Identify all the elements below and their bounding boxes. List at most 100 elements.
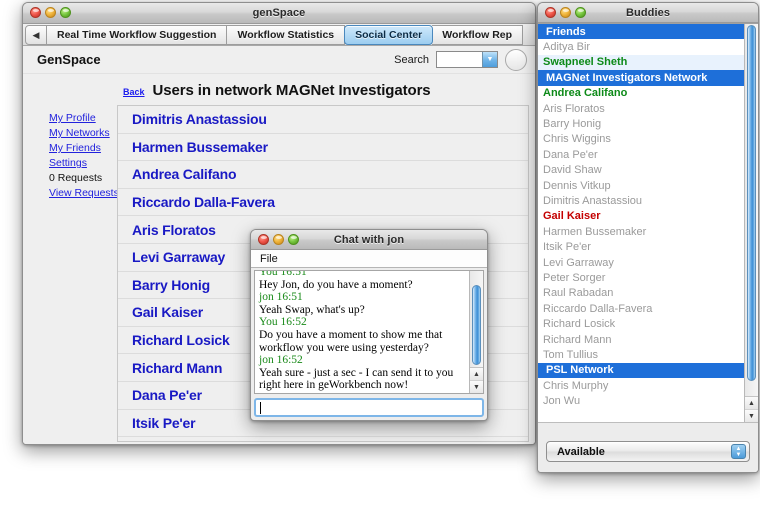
chat-window-controls[interactable] <box>258 234 299 245</box>
buddy-group-header[interactable]: MAGNet Investigators Network <box>538 70 744 85</box>
tab-scroll-left-icon[interactable]: ◀ <box>25 25 47 45</box>
chat-menu-bar[interactable]: File <box>251 250 487 268</box>
back-link[interactable]: Back <box>123 87 145 97</box>
search-combobox[interactable]: ▼ <box>436 51 498 68</box>
chat-input[interactable] <box>254 398 484 417</box>
user-list-item[interactable]: Andrea Califano <box>118 161 528 189</box>
buddy-list-item[interactable]: Gail Kaiser <box>538 209 744 224</box>
menu-item-file[interactable]: File <box>260 253 278 265</box>
buddy-list-item[interactable]: Dennis Vitkup <box>538 178 744 193</box>
user-list-item[interactable]: Harmen Bussemaker <box>118 134 528 162</box>
genspace-brand: GenSpace <box>37 52 101 67</box>
buddies-scroll-arrows[interactable]: ▲ ▼ <box>745 396 758 422</box>
page-title-row: Back Users in network MAGNet Investigato… <box>23 74 535 105</box>
buddy-group-header[interactable]: Friends <box>538 24 744 39</box>
chat-body: You 16:51 Hey Jon, do you have a moment?… <box>251 268 487 420</box>
buddy-list-item[interactable]: Dana Pe'er <box>538 147 744 162</box>
search-go-button[interactable] <box>505 49 527 71</box>
buddy-list-item[interactable]: Chris Wiggins <box>538 132 744 147</box>
buddy-list-item[interactable]: Riccardo Dalla-Favera <box>538 301 744 316</box>
sidebar-item-view-requests[interactable]: View Requests <box>49 186 115 201</box>
zoom-button-icon[interactable] <box>288 234 299 245</box>
zoom-button-icon[interactable] <box>60 7 71 18</box>
buddy-list-item[interactable]: Aris Floratos <box>538 101 744 116</box>
chat-titlebar[interactable]: Chat with jon <box>251 230 487 250</box>
scroll-up-icon[interactable]: ▲ <box>745 397 758 410</box>
buddy-list-item[interactable]: Swapneel Sheth <box>538 55 744 70</box>
tab-real-time-workflow-suggestion[interactable]: Real Time Workflow Suggestion <box>47 25 227 45</box>
scroll-up-icon[interactable]: ▲ <box>470 368 483 381</box>
sidebar-item-my-friends[interactable]: My Friends <box>49 141 115 156</box>
tab-workflow-statistics[interactable]: Workflow Statistics <box>227 25 345 45</box>
close-button-icon[interactable] <box>258 234 269 245</box>
message-body: Yeah sure - just a sec - I can send it t… <box>259 367 466 392</box>
tab-bar[interactable]: ◀ Real Time Workflow Suggestion Workflow… <box>23 24 535 46</box>
search-input[interactable] <box>437 52 482 67</box>
chat-scroll-arrows[interactable]: ▲ ▼ <box>470 367 483 393</box>
genspace-header-row: GenSpace Search ▼ <box>23 46 535 74</box>
search-area: Search ▼ <box>394 49 535 71</box>
chat-messages: You 16:51 Hey Jon, do you have a moment?… <box>255 270 469 393</box>
buddy-list-item[interactable]: Levi Garraway <box>538 255 744 270</box>
message-header: You 16:51 <box>259 270 466 279</box>
buddy-list-item[interactable]: Raul Rabadan <box>538 286 744 301</box>
updown-chevron-icon[interactable]: ▲▼ <box>731 444 746 459</box>
buddy-list-item[interactable]: Peter Sorger <box>538 270 744 285</box>
chat-scrollbar-thumb[interactable] <box>472 285 481 365</box>
window-controls[interactable] <box>30 7 71 18</box>
buddies-scrollbar-track[interactable] <box>745 24 758 396</box>
sidebar-item-my-networks[interactable]: My Networks <box>49 126 115 141</box>
minimize-button-icon[interactable] <box>273 234 284 245</box>
sidebar-item-settings[interactable]: Settings <box>49 156 115 171</box>
user-list-item[interactable]: Dimitris Anastassiou <box>118 106 528 134</box>
buddy-list-item[interactable]: David Shaw <box>538 163 744 178</box>
message-body: Do you have a moment to show me that wor… <box>259 329 466 354</box>
minimize-button-icon[interactable] <box>560 7 571 18</box>
close-button-icon[interactable] <box>30 7 41 18</box>
buddies-body: FriendsAditya BirSwapneel ShethMAGNet In… <box>538 23 758 472</box>
buddy-list[interactable]: FriendsAditya BirSwapneel ShethMAGNet In… <box>538 24 744 422</box>
buddy-group-header[interactable]: PSL Network <box>538 363 744 378</box>
tab-social-center[interactable]: Social Center <box>344 25 433 45</box>
buddy-list-item[interactable]: Jon Wu <box>538 393 744 408</box>
user-list-item[interactable]: Riccardo Dalla-Favera <box>118 189 528 217</box>
buddy-list-item[interactable]: Andrea Califano <box>538 86 744 101</box>
buddies-title: Buddies <box>626 7 670 19</box>
buddies-window[interactable]: Buddies FriendsAditya BirSwapneel ShethM… <box>537 2 759 473</box>
message-header: You 16:52 <box>259 316 466 329</box>
status-value: Available <box>557 446 605 458</box>
buddy-list-item[interactable]: Barry Honig <box>538 116 744 131</box>
buddy-list-item[interactable]: Richard Mann <box>538 332 744 347</box>
buddies-titlebar[interactable]: Buddies <box>538 3 758 23</box>
status-popup-button[interactable]: Available ▲▼ <box>546 441 750 462</box>
buddy-list-item[interactable]: Itsik Pe'er <box>538 239 744 254</box>
chat-scrollbar[interactable]: ▲ ▼ <box>469 271 483 393</box>
sidebar-requests-count: 0 Requests <box>49 171 115 186</box>
buddy-list-item[interactable]: Harmen Bussemaker <box>538 224 744 239</box>
tab-workflow-reports[interactable]: Workflow Rep <box>432 25 523 45</box>
buddies-scrollbar-thumb[interactable] <box>747 25 756 381</box>
buddies-window-controls[interactable] <box>545 7 586 18</box>
chat-scrollbar-track[interactable] <box>470 271 483 367</box>
scroll-down-icon[interactable]: ▼ <box>745 410 758 423</box>
desktop: genSpace ◀ Real Time Workflow Suggestion… <box>0 0 760 507</box>
buddy-list-item[interactable]: Aditya Bir <box>538 39 744 54</box>
buddies-scrollbar[interactable]: ▲ ▼ <box>744 24 758 422</box>
chat-window[interactable]: Chat with jon File You 16:51 Hey Jon, do… <box>250 229 488 421</box>
zoom-button-icon[interactable] <box>575 7 586 18</box>
sidebar-item-my-profile[interactable]: My Profile <box>49 111 115 126</box>
minimize-button-icon[interactable] <box>45 7 56 18</box>
buddy-list-item[interactable]: Chris Murphy <box>538 378 744 393</box>
chevron-down-icon[interactable]: ▼ <box>482 52 497 67</box>
close-button-icon[interactable] <box>545 7 556 18</box>
page-title: Users in network MAGNet Investigators <box>153 82 431 99</box>
genspace-titlebar[interactable]: genSpace <box>23 3 535 24</box>
buddy-list-item[interactable]: Tom Tullius <box>538 347 744 362</box>
chat-transcript[interactable]: You 16:51 Hey Jon, do you have a moment?… <box>254 270 484 394</box>
scroll-down-icon[interactable]: ▼ <box>470 381 483 394</box>
buddy-list-item[interactable]: Dimitris Anastassiou <box>538 193 744 208</box>
message-body: Yeah Swap, what's up? <box>259 304 466 317</box>
buddy-list-box[interactable]: FriendsAditya BirSwapneel ShethMAGNet In… <box>538 23 758 423</box>
buddy-list-item[interactable]: Richard Losick <box>538 316 744 331</box>
text-caret <box>260 402 261 414</box>
